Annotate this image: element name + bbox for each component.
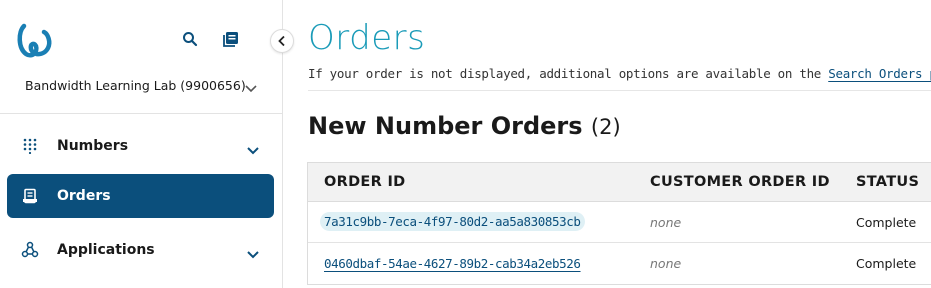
bandwidth-logo[interactable] xyxy=(14,22,54,62)
library-books-icon[interactable] xyxy=(221,29,241,49)
page-title: Orders xyxy=(308,18,426,58)
chevron-down-icon[interactable] xyxy=(243,80,259,93)
table-header: ORDER ID CUSTOMER ORDER ID STATUS xyxy=(308,163,931,202)
applications-icon xyxy=(21,241,39,259)
collapse-sidebar-button[interactable] xyxy=(270,29,294,53)
column-header-order-id[interactable]: ORDER ID xyxy=(324,174,405,190)
search-notice: If your order is not displayed, addition… xyxy=(308,66,931,81)
chevron-left-icon xyxy=(277,32,287,51)
title-divider xyxy=(308,90,931,91)
main-content: Orders If your order is not displayed, a… xyxy=(284,0,931,288)
dialpad-icon xyxy=(21,137,39,155)
section-title: New Number Orders (2) xyxy=(308,112,621,140)
status-value: Complete xyxy=(856,256,917,271)
order-count: (2) xyxy=(590,115,621,139)
sidebar-item-label: Applications xyxy=(57,242,155,258)
orders-icon xyxy=(21,187,39,205)
order-id-link[interactable]: 7a31c9bb-7eca-4f97-80d2-aa5a830853cb xyxy=(320,212,585,231)
chevron-down-icon[interactable] xyxy=(246,245,260,259)
table-row[interactable]: 7a31c9bb-7eca-4f97-80d2-aa5a830853cb non… xyxy=(308,202,931,243)
sidebar-item-numbers[interactable]: Numbers xyxy=(7,124,274,168)
sidebar: Bandwidth Learning Lab (9900656) Numbers… xyxy=(0,0,283,288)
orders-table: ORDER ID CUSTOMER ORDER ID STATUS 7a31c9… xyxy=(307,162,931,285)
customer-order-id: none xyxy=(650,215,682,230)
search-icon[interactable] xyxy=(180,29,200,49)
notice-text: If your order is not displayed, addition… xyxy=(308,66,829,81)
sidebar-item-orders[interactable]: Orders xyxy=(7,174,274,218)
order-id-link[interactable]: 0460dbaf-54ae-4627-89b2-cab34a2eb526 xyxy=(324,256,581,271)
table-row[interactable]: 0460dbaf-54ae-4627-89b2-cab34a2eb526 non… xyxy=(308,243,931,284)
status-value: Complete xyxy=(856,215,917,230)
chevron-down-icon[interactable] xyxy=(246,141,260,155)
account-name[interactable]: Bandwidth Learning Lab (9900656) xyxy=(25,78,246,93)
section-title-text: New Number Orders xyxy=(308,112,583,140)
sidebar-item-label: Numbers xyxy=(57,138,129,154)
column-header-customer-order-id[interactable]: CUSTOMER ORDER ID xyxy=(650,174,830,190)
search-orders-link[interactable]: Search Orders page xyxy=(828,66,931,81)
sidebar-item-applications[interactable]: Applications xyxy=(7,228,274,272)
customer-order-id: none xyxy=(650,256,682,271)
sidebar-item-label: Orders xyxy=(57,188,111,204)
sidebar-divider xyxy=(0,113,283,114)
column-header-status[interactable]: STATUS xyxy=(856,174,919,190)
